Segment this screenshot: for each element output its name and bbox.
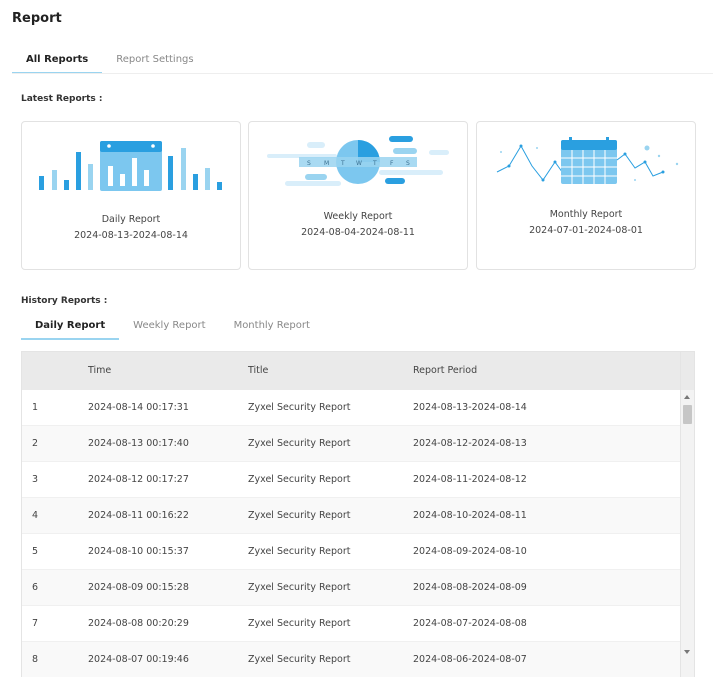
row-title: Zyxel Security Report [248,618,351,629]
column-header-report-period[interactable]: Report Period [413,352,477,390]
row-period: 2024-08-12-2024-08-13 [413,438,527,449]
row-number: 5 [32,546,39,557]
row-period: 2024-08-09-2024-08-10 [413,546,527,557]
daily-report-period: 2024-08-13-2024-08-14 [74,230,188,241]
weekly-day-letter: M [324,160,329,167]
daily-report-illustration-icon [22,136,240,196]
scrollbar-thumb[interactable] [683,405,692,424]
row-number: 3 [32,474,39,485]
history-reports-label: History Reports : [21,296,108,306]
row-time: 2024-08-14 00:17:31 [88,402,189,413]
table-row[interactable]: 1 2024-08-14 00:17:31 Zyxel Security Rep… [22,390,682,426]
row-number: 6 [32,582,39,593]
weekly-day-letter: W [356,160,362,167]
row-title: Zyxel Security Report [248,438,351,449]
tab-all-reports[interactable]: All Reports [12,50,103,74]
monthly-report-card[interactable]: Monthly Report 2024-07-01-2024-08-01 [476,121,696,270]
tab-monthly-report[interactable]: Monthly Report [220,317,324,340]
table-row[interactable]: 2 2024-08-13 00:17:40 Zyxel Security Rep… [22,426,682,462]
tab-report-settings[interactable]: Report Settings [102,50,207,74]
table-row[interactable]: 4 2024-08-11 00:16:22 Zyxel Security Rep… [22,498,682,534]
row-number: 8 [32,654,39,665]
row-time: 2024-08-09 00:15:28 [88,582,189,593]
row-number: 2 [32,438,39,449]
row-time: 2024-08-11 00:16:22 [88,510,189,521]
scroll-down-arrow-icon[interactable] [684,650,690,654]
weekly-day-letter: T [372,160,377,167]
table-body: 1 2024-08-14 00:17:31 Zyxel Security Rep… [22,390,682,677]
weekly-report-card[interactable]: S M T W T F S Weekly Report 2024-08-04-2… [248,121,468,270]
column-header-title[interactable]: Title [248,352,268,390]
table-scrollbar[interactable] [680,352,694,677]
weekly-day-letter: T [340,160,345,167]
row-period: 2024-08-10-2024-08-11 [413,510,527,521]
row-number: 7 [32,618,39,629]
row-title: Zyxel Security Report [248,474,351,485]
history-table: Time Title Report Period 1 2024-08-14 00… [21,351,695,677]
row-time: 2024-08-10 00:15:37 [88,546,189,557]
row-time: 2024-08-08 00:20:29 [88,618,189,629]
row-title: Zyxel Security Report [248,582,351,593]
row-time: 2024-08-13 00:17:40 [88,438,189,449]
weekly-report-period: 2024-08-04-2024-08-11 [301,227,415,238]
row-title: Zyxel Security Report [248,402,351,413]
table-row[interactable]: 3 2024-08-12 00:17:27 Zyxel Security Rep… [22,462,682,498]
row-time: 2024-08-07 00:19:46 [88,654,189,665]
row-period: 2024-08-11-2024-08-12 [413,474,527,485]
weekly-day-letter: F [390,160,394,167]
row-time: 2024-08-12 00:17:27 [88,474,189,485]
weekly-report-title: Weekly Report [323,211,393,222]
monthly-report-title: Monthly Report [549,209,623,220]
tab-weekly-report[interactable]: Weekly Report [119,317,219,340]
top-tabs: All Reports Report Settings [12,50,208,74]
monthly-report-period: 2024-07-01-2024-08-01 [529,225,643,236]
tab-daily-report[interactable]: Daily Report [21,317,120,340]
table-header: Time Title Report Period [22,352,682,390]
column-header-time[interactable]: Time [88,352,111,390]
table-row[interactable]: 7 2024-08-08 00:20:29 Zyxel Security Rep… [22,606,682,642]
weekly-report-illustration-icon: S M T W T F S [249,136,467,196]
weekly-day-letter: S [307,160,311,167]
top-tabs-divider [12,73,713,74]
daily-report-title: Daily Report [101,214,161,225]
row-period: 2024-08-08-2024-08-09 [413,582,527,593]
row-number: 4 [32,510,39,521]
scroll-up-arrow-icon[interactable] [684,395,690,399]
page-title: Report [12,11,62,26]
history-tabs: Daily Report Weekly Report Monthly Repor… [21,317,324,340]
latest-reports-label: Latest Reports : [21,94,103,104]
monthly-report-illustration-icon [477,136,695,196]
table-row[interactable]: 6 2024-08-09 00:15:28 Zyxel Security Rep… [22,570,682,606]
row-title: Zyxel Security Report [248,546,351,557]
row-title: Zyxel Security Report [248,654,351,665]
row-period: 2024-08-07-2024-08-08 [413,618,527,629]
row-title: Zyxel Security Report [248,510,351,521]
row-period: 2024-08-06-2024-08-07 [413,654,527,665]
table-row[interactable]: 8 2024-08-07 00:19:46 Zyxel Security Rep… [22,642,682,677]
scrollbar-header-corner [681,352,694,390]
table-row[interactable]: 5 2024-08-10 00:15:37 Zyxel Security Rep… [22,534,682,570]
row-number: 1 [32,402,39,413]
row-period: 2024-08-13-2024-08-14 [413,402,527,413]
daily-report-card[interactable]: Daily Report 2024-08-13-2024-08-14 [21,121,241,270]
weekly-day-letter: S [406,160,410,167]
